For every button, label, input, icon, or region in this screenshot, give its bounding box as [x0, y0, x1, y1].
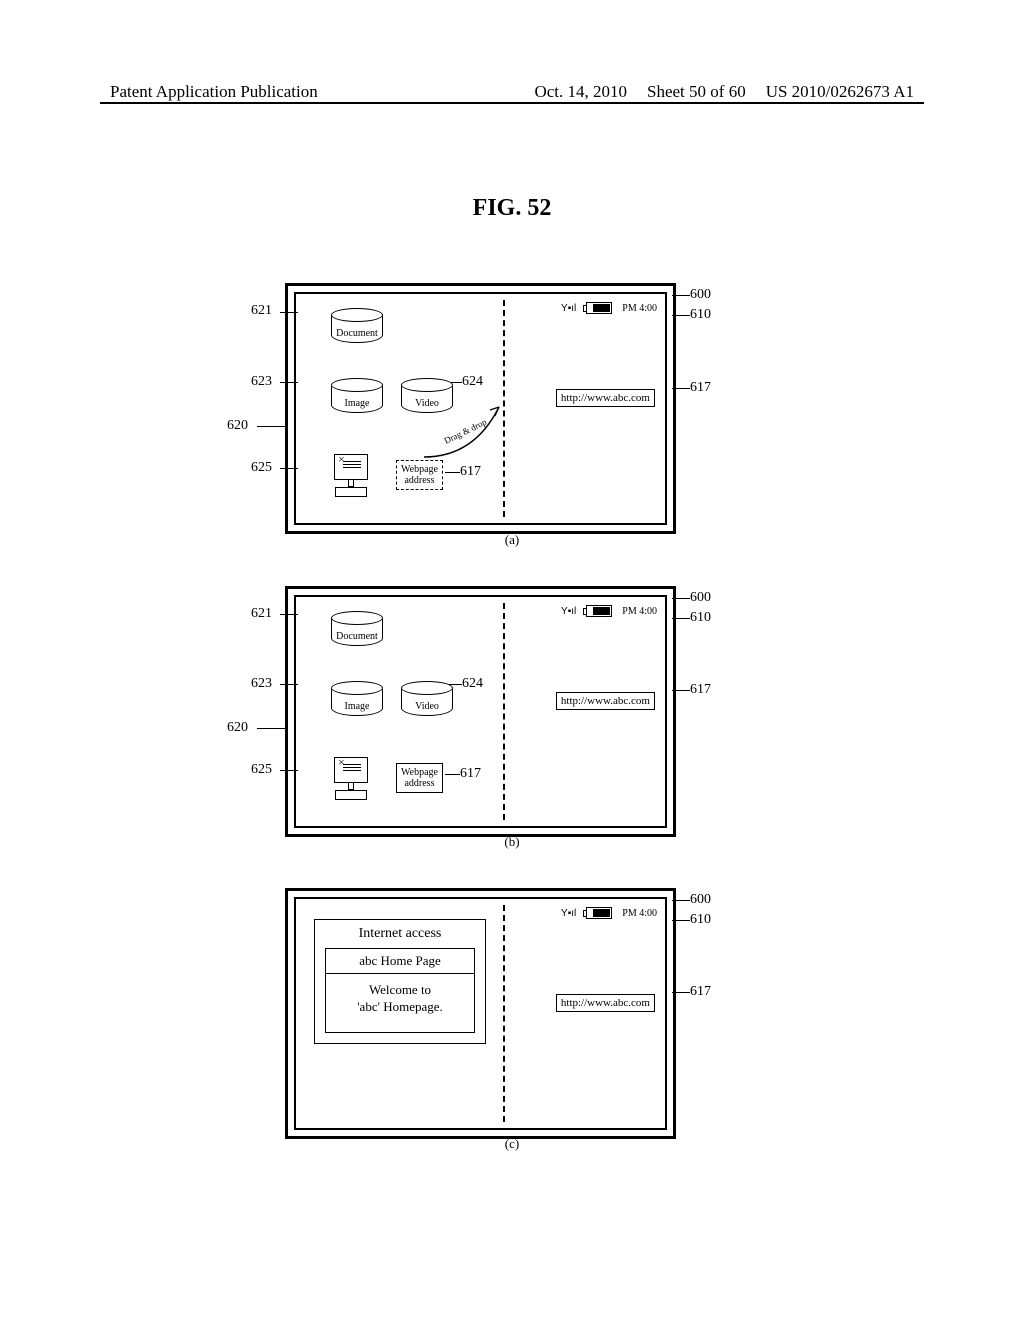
cylinder-image-b: Image [331, 681, 381, 716]
document-label: Document [332, 328, 382, 339]
header-rule [100, 102, 924, 104]
cylinder-document: Document [331, 308, 381, 343]
ref-617l: 617 [460, 464, 481, 480]
ref-617b: 617 [690, 682, 711, 698]
ref-617c: 617 [690, 984, 711, 1000]
ref-621a: 621 [251, 303, 272, 319]
clock: PM 4:00 [622, 303, 657, 314]
drag-drop-label: Drag & drop [442, 416, 488, 445]
ref-600a: 600 [690, 287, 711, 303]
panel-c-inner: Internet access abc Home Page Welcome to… [294, 897, 667, 1130]
panel-a-caption: (a) [0, 532, 1024, 548]
panel-b-divider [503, 603, 505, 820]
page-header: Patent Application Publication Oct. 14, … [0, 82, 1024, 102]
panel-b-inner: Document Image Video Webpage address Y▪ı… [294, 595, 667, 828]
clock: PM 4:00 [622, 606, 657, 617]
ref-624b: 624 [462, 676, 483, 692]
tick [257, 426, 285, 427]
url-field-c: http://www.abc.com [556, 994, 655, 1012]
tick [672, 690, 690, 691]
header-sheet: Sheet 50 of 60 [647, 82, 746, 102]
ref-620a: 620 [227, 418, 248, 434]
desktop-pc-icon [331, 454, 371, 497]
status-bar: Y▪ıl PM 4:00 [561, 302, 657, 314]
tick [672, 992, 690, 993]
header-pubno: US 2010/0262673 A1 [766, 82, 914, 102]
tick [672, 900, 690, 901]
ref-617lb: 617 [460, 766, 481, 782]
header-left: Patent Application Publication [110, 82, 318, 102]
url-field: http://www.abc.com [556, 389, 655, 407]
cylinder-video-b: Video [401, 681, 451, 716]
tick [445, 472, 460, 473]
ref-610a: 610 [690, 307, 711, 323]
figure-title: FIG. 52 [0, 195, 1024, 222]
panel-c-caption: (c) [0, 1136, 1024, 1152]
tick [280, 684, 298, 685]
panel-b-outer: Document Image Video Webpage address Y▪ı… [285, 586, 676, 837]
tick [280, 382, 298, 383]
battery-icon [586, 907, 612, 919]
tick [672, 598, 690, 599]
tick [672, 315, 690, 316]
ref-623a: 623 [251, 374, 272, 390]
tick [672, 920, 690, 921]
status-bar-b: Y▪ıl PM 4:00 [561, 605, 657, 617]
homepage-body: Welcome to 'abc' Homepage. [326, 974, 474, 1032]
signal-icon: Y▪ıl [561, 908, 576, 919]
tick [672, 295, 690, 296]
status-bar-c: Y▪ıl PM 4:00 [561, 907, 657, 919]
tick [672, 618, 690, 619]
battery-icon [586, 605, 612, 617]
panel-b-caption: (b) [0, 834, 1024, 850]
signal-icon: Y▪ıl [561, 303, 576, 314]
desktop-pc-icon-b [331, 757, 371, 800]
panel-a-outer: Document Image Video Webpage address Dra… [285, 283, 676, 534]
ref-621b: 621 [251, 606, 272, 622]
panel-a-inner: Document Image Video Webpage address Dra… [294, 292, 667, 525]
drag-drop-arc: Drag & drop [414, 402, 509, 467]
url-field-b: http://www.abc.com [556, 692, 655, 710]
tick [280, 468, 298, 469]
webpage-address-box: Webpage address [396, 763, 443, 793]
ref-624a: 624 [462, 374, 483, 390]
tick [280, 770, 298, 771]
clock: PM 4:00 [622, 908, 657, 919]
header-date: Oct. 14, 2010 [534, 82, 627, 102]
ref-625b: 625 [251, 762, 272, 778]
tick [280, 312, 298, 313]
tick [280, 614, 298, 615]
cylinder-image: Image [331, 378, 381, 413]
ref-623b: 623 [251, 676, 272, 692]
ref-625a: 625 [251, 460, 272, 476]
battery-icon [586, 302, 612, 314]
panel-c-outer: Internet access abc Home Page Welcome to… [285, 888, 676, 1139]
tick [445, 774, 460, 775]
ref-620b: 620 [227, 720, 248, 736]
ref-600c: 600 [690, 892, 711, 908]
ref-610c: 610 [690, 912, 711, 928]
tick [257, 728, 285, 729]
panel-c-divider [503, 905, 505, 1122]
cylinder-document-b: Document [331, 611, 381, 646]
ref-617a: 617 [690, 380, 711, 396]
signal-icon: Y▪ıl [561, 606, 576, 617]
ref-610b: 610 [690, 610, 711, 626]
ref-600b: 600 [690, 590, 711, 606]
image-label: Image [332, 398, 382, 409]
homepage-title: abc Home Page [326, 949, 474, 974]
internet-title: Internet access [315, 920, 485, 948]
internet-access-window: Internet access abc Home Page Welcome to… [314, 919, 486, 1044]
tick [672, 388, 690, 389]
